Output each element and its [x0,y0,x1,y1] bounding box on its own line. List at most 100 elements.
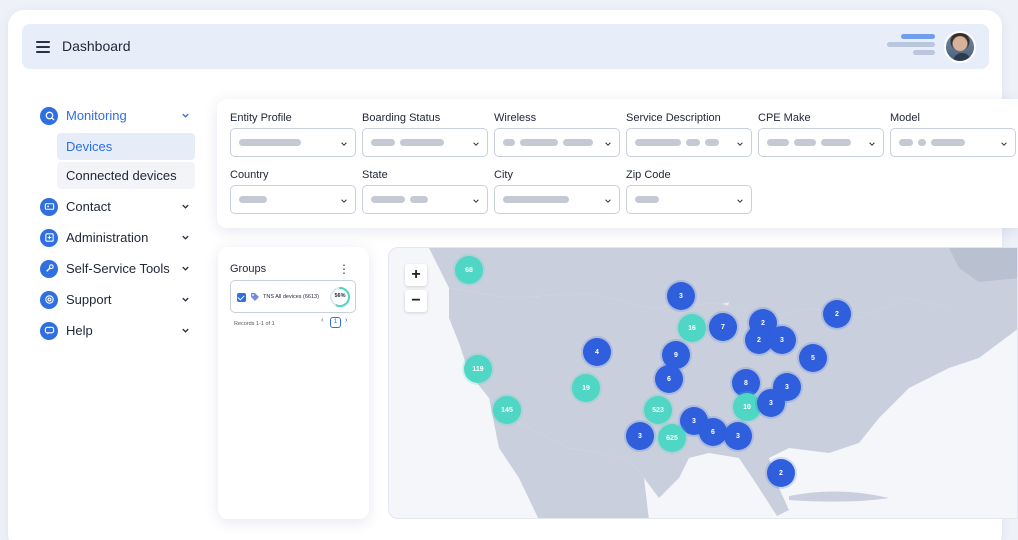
chevron-down-icon [341,199,347,203]
filter-label: Zip Code [626,169,671,181]
group-progress-ring: 56% [329,286,351,308]
country-select[interactable] [230,185,356,214]
sidebar-item-contact[interactable]: Contact [40,191,200,222]
chevron-down-icon [605,142,611,146]
chevron-down-icon [182,297,189,302]
pagination: ‹ 1 › [321,317,361,329]
service-description-select[interactable] [626,128,752,157]
prev-page-button[interactable]: ‹ [321,317,323,324]
chevron-down-icon [182,328,189,333]
boarding-status-select[interactable] [362,128,488,157]
sidebar-item-monitoring[interactable]: Monitoring [40,100,200,131]
chevron-down-icon [869,142,875,146]
model-select[interactable] [890,128,1016,157]
cpe-make-select[interactable] [758,128,884,157]
administration-icon [40,228,58,247]
contact-icon [40,197,58,216]
filter-cpe-make: CPE Make [758,112,884,157]
page-number[interactable]: 1 [330,317,341,328]
map-cluster-marker[interactable]: 3 [667,282,695,310]
chevron-down-icon [605,199,611,203]
group-percent: 56% [334,293,346,299]
monitoring-icon [40,106,58,125]
map-cluster-marker[interactable]: 3 [724,422,752,450]
filter-label: Wireless [494,112,537,124]
map-cluster-marker[interactable]: 3 [768,326,796,354]
chevron-down-icon [182,113,189,118]
filter-label: Boarding Status [362,112,441,124]
group-checkbox[interactable] [237,293,246,302]
sidebar-item-self-service-tools[interactable]: Self-Service Tools [40,253,200,284]
filter-model: Model [890,112,1016,157]
chevron-down-icon [473,142,479,146]
map-cluster-marker[interactable]: 19 [572,374,600,402]
filter-label: Country [230,169,269,181]
filter-entity-profile: Entity Profile [230,112,356,157]
sidebar-subitem-devices[interactable]: Devices [57,133,195,160]
map-cluster-marker[interactable]: 4 [583,338,611,366]
chevron-down-icon [182,235,189,240]
zoom-out-button[interactable]: − [405,290,427,312]
device-map[interactable]: + − 68 3 16 7 2 2 2 3 4 9 5 119 6 19 8 3 145 523 10 3 3 3 625 6… [388,247,1018,519]
map-cluster-marker[interactable]: 5 [799,344,827,372]
filters-panel: Entity Profile Boarding Status Wireless … [217,99,1018,228]
map-cluster-marker[interactable]: 6 [655,365,683,393]
map-cluster-marker[interactable]: 2 [767,459,795,487]
filter-zip-code: Zip Code [626,169,752,214]
chevron-down-icon [182,204,189,209]
map-cluster-marker[interactable]: 3 [626,422,654,450]
sidebar-item-label: Help [66,323,93,338]
zoom-in-button[interactable]: + [405,264,427,286]
next-page-button[interactable]: › [345,317,347,324]
filter-city: City [494,169,620,214]
sidebar-item-help[interactable]: Help [40,315,200,346]
chevron-down-icon [737,142,743,146]
page-title: Dashboard [62,38,131,54]
filter-label: City [494,169,513,181]
filter-label: Entity Profile [230,112,292,124]
map-cluster-marker[interactable]: 7 [709,313,737,341]
filter-label: State [362,169,388,181]
filter-wireless: Wireless [494,112,620,157]
chevron-down-icon [182,266,189,271]
sidebar-item-label: Contact [66,199,111,214]
group-item[interactable]: TNS All devices (6613) 56% [230,280,356,313]
entity-profile-select[interactable] [230,128,356,157]
sidebar-item-label: Support [66,292,112,307]
map-cluster-marker[interactable]: 145 [493,396,521,424]
sidebar-item-support[interactable]: Support [40,284,200,315]
map-cluster-marker[interactable]: 625 [658,424,686,452]
filter-label: Service Description [626,112,721,124]
menu-icon[interactable] [36,41,50,53]
map-cluster-marker[interactable]: 2 [823,300,851,328]
map-cluster-marker[interactable]: 6 [699,418,727,446]
zip-code-select[interactable] [626,185,752,214]
sidebar-item-label: Self-Service Tools [66,261,170,276]
map-cluster-marker[interactable]: 523 [644,396,672,424]
avatar[interactable] [944,31,976,63]
filter-label: Model [890,112,920,124]
map-cluster-marker[interactable]: 68 [455,256,483,284]
more-options-icon[interactable]: ⋮ [338,262,350,276]
map-cluster-marker[interactable]: 3 [757,389,785,417]
sidebar-item-administration[interactable]: Administration [40,222,200,253]
wireless-select[interactable] [494,128,620,157]
help-icon [40,321,58,340]
chevron-down-icon [473,199,479,203]
support-icon [40,290,58,309]
state-select[interactable] [362,185,488,214]
chevron-down-icon [737,199,743,203]
tools-icon [40,259,58,278]
filter-country: Country [230,169,356,214]
chevron-down-icon [1001,142,1007,146]
filter-boarding-status: Boarding Status [362,112,488,157]
sidebar-subitem-connected-devices[interactable]: Connected devices [57,162,195,189]
map-cluster-marker[interactable]: 16 [678,314,706,342]
filter-service-description: Service Description [626,112,752,157]
map-cluster-marker[interactable]: 119 [464,355,492,383]
sidebar: Monitoring Devices Connected devices Con… [40,100,200,346]
tag-icon [251,293,259,301]
city-select[interactable] [494,185,620,214]
top-bar: Dashboard [22,24,989,69]
groups-panel: Groups ⋮ TNS All devices (6613) 56% Reco… [218,247,369,519]
